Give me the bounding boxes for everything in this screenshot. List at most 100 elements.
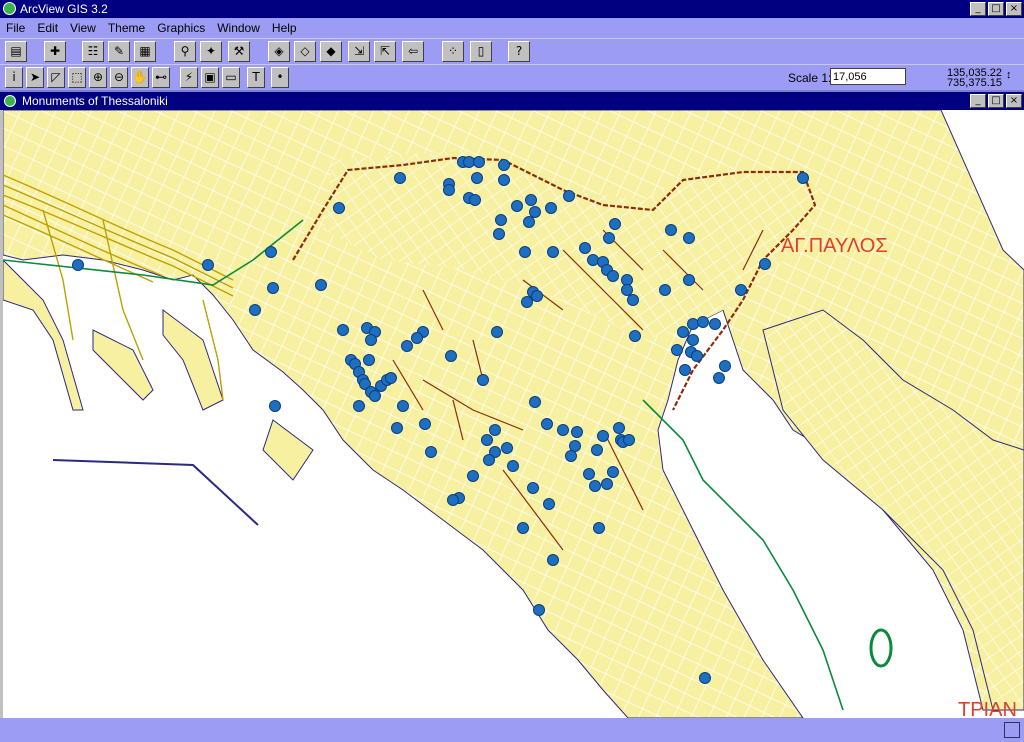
monument-point[interactable] [679, 364, 691, 376]
monument-point[interactable] [507, 460, 519, 472]
menu-view[interactable]: View [64, 21, 102, 35]
zoom-previous-icon[interactable]: ⇦ [402, 41, 424, 62]
monument-point[interactable] [519, 246, 531, 258]
menu-graphics[interactable]: Graphics [151, 21, 211, 35]
view-close-button[interactable]: × [1006, 94, 1022, 108]
monument-point[interactable] [579, 242, 591, 254]
monument-point[interactable] [202, 259, 214, 271]
zoom-in-icon[interactable]: ⊕ [89, 67, 107, 88]
save-project-icon[interactable]: ▤ [5, 41, 27, 62]
vertex-edit-icon[interactable]: ◸ [47, 67, 65, 88]
monument-point[interactable] [521, 296, 533, 308]
select-feature-icon[interactable]: ⬚ [68, 67, 86, 88]
monument-point[interactable] [589, 480, 601, 492]
monument-point[interactable] [445, 350, 457, 362]
monument-point[interactable] [665, 224, 677, 236]
monument-point[interactable] [547, 554, 559, 566]
find-icon[interactable]: ⚲ [174, 41, 196, 62]
theme-properties-icon[interactable]: ☷ [82, 41, 104, 62]
monument-point[interactable] [511, 200, 523, 212]
monument-point[interactable] [72, 259, 84, 271]
help-cursor-icon[interactable]: ? [508, 41, 530, 62]
monument-point[interactable] [593, 522, 605, 534]
pointer-icon[interactable]: ➤ [26, 67, 44, 88]
monument-point[interactable] [315, 279, 327, 291]
zoom-in-fixed-icon[interactable]: ⇲ [348, 41, 370, 62]
monument-point[interactable] [629, 330, 641, 342]
monument-point[interactable] [699, 672, 711, 684]
measure-icon[interactable]: ⊷ [152, 67, 170, 88]
monument-point[interactable] [491, 326, 503, 338]
monument-point[interactable] [493, 228, 505, 240]
monument-point[interactable] [613, 422, 625, 434]
monument-point[interactable] [607, 270, 619, 282]
view-minimize-button[interactable]: _ [970, 94, 986, 108]
monument-point[interactable] [759, 258, 771, 270]
monument-point[interactable] [363, 354, 375, 366]
monument-point[interactable] [481, 434, 493, 446]
monument-point[interactable] [719, 360, 731, 372]
menu-help[interactable]: Help [266, 21, 303, 35]
monument-point[interactable] [541, 418, 553, 430]
menu-theme[interactable]: Theme [102, 21, 151, 35]
zoom-to-selected-icon[interactable]: ◆ [320, 41, 342, 62]
monument-point[interactable] [467, 470, 479, 482]
monument-point[interactable] [697, 316, 709, 328]
menu-window[interactable]: Window [211, 21, 266, 35]
monument-point[interactable] [265, 246, 277, 258]
close-button[interactable]: × [1006, 2, 1022, 16]
monument-point[interactable] [477, 374, 489, 386]
monument-point[interactable] [495, 214, 507, 226]
monument-point[interactable] [547, 246, 559, 258]
monument-point[interactable] [531, 290, 543, 302]
monument-point[interactable] [687, 318, 699, 330]
monument-point[interactable] [571, 426, 583, 438]
monument-point[interactable] [463, 156, 475, 168]
select-by-theme-icon[interactable]: ⁘ [442, 41, 464, 62]
monument-point[interactable] [365, 334, 377, 346]
monument-point[interactable] [621, 284, 633, 296]
monument-point[interactable] [353, 400, 365, 412]
map-svg[interactable]: ΑΓ.ΠΑΥΛΟΣ ΤΡΙΑΝ [3, 110, 1024, 718]
zoom-to-full-extent-icon[interactable]: ◈ [268, 41, 290, 62]
text-tool-icon[interactable]: T [247, 67, 265, 88]
monument-point[interactable] [683, 232, 695, 244]
menu-file[interactable]: File [0, 21, 31, 35]
monument-point[interactable] [385, 372, 397, 384]
monument-point[interactable] [603, 232, 615, 244]
monument-point[interactable] [269, 400, 281, 412]
monument-point[interactable] [419, 418, 431, 430]
monument-point[interactable] [565, 450, 577, 462]
identify-icon[interactable]: i [5, 67, 23, 88]
monument-point[interactable] [691, 350, 703, 362]
monument-point[interactable] [525, 194, 537, 206]
monument-point[interactable] [483, 454, 495, 466]
monument-point[interactable] [489, 424, 501, 436]
view-maximize-button[interactable]: □ [988, 94, 1004, 108]
monument-point[interactable] [569, 440, 581, 452]
locate-address-icon[interactable]: ✦ [200, 41, 222, 62]
monument-point[interactable] [683, 274, 695, 286]
monument-point[interactable] [523, 216, 535, 228]
map-canvas[interactable]: ΑΓ.ΠΑΥΛΟΣ ΤΡΙΑΝ [0, 110, 1024, 718]
monument-point[interactable] [249, 304, 261, 316]
monument-point[interactable] [443, 184, 455, 196]
monument-point[interactable] [401, 340, 413, 352]
monument-point[interactable] [609, 218, 621, 230]
monument-point[interactable] [267, 282, 279, 294]
monument-point[interactable] [671, 344, 683, 356]
monument-point[interactable] [713, 372, 725, 384]
monument-point[interactable] [533, 604, 545, 616]
monument-point[interactable] [498, 159, 510, 171]
add-theme-icon[interactable]: ✚ [44, 41, 66, 62]
clear-selected-features-icon[interactable]: ▯ [470, 41, 492, 62]
monument-point[interactable] [473, 156, 485, 168]
label-icon[interactable]: ▭ [222, 67, 240, 88]
monument-point[interactable] [337, 324, 349, 336]
monument-point[interactable] [501, 442, 513, 454]
monument-point[interactable] [563, 190, 575, 202]
monument-point[interactable] [797, 172, 809, 184]
monument-point[interactable] [397, 400, 409, 412]
monument-point[interactable] [391, 422, 403, 434]
monument-point[interactable] [735, 284, 747, 296]
